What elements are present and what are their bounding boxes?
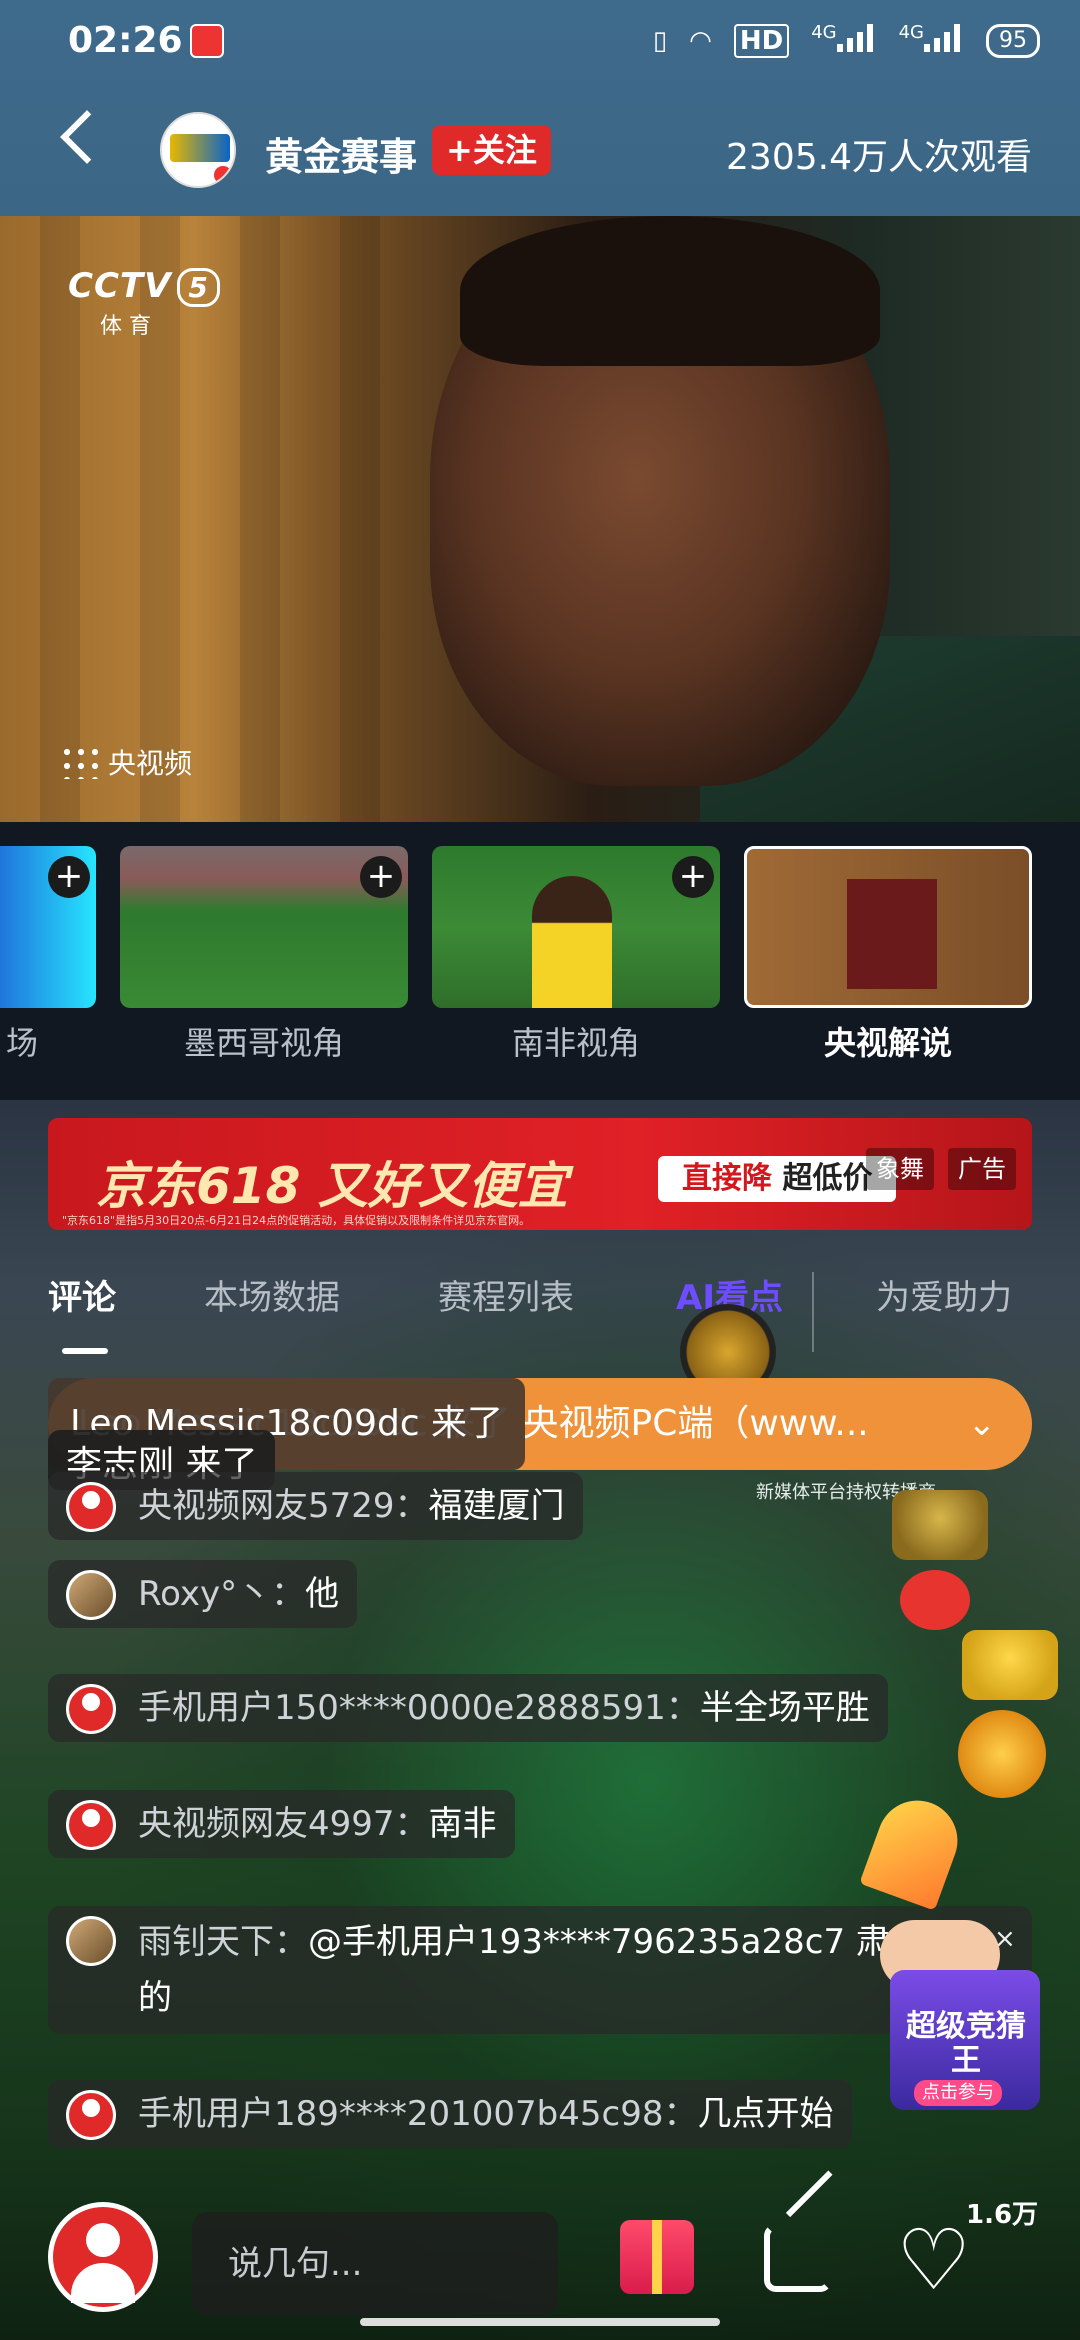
- ad-banner[interactable]: 京东618 又好又便宜 直接降 超低价 象舞 广告 "京东618"是指5月30日…: [48, 1118, 1032, 1230]
- player-hair: [460, 216, 880, 366]
- my-avatar[interactable]: [48, 2202, 158, 2312]
- user-avatar: [66, 2090, 116, 2140]
- add-angle-icon[interactable]: +: [360, 856, 402, 898]
- status-time: 02:26: [68, 20, 183, 61]
- angle-label-southafrica[interactable]: 南非视角: [432, 1018, 720, 1064]
- gold-trophy-icon: [962, 1630, 1058, 1700]
- comment-item[interactable]: 手机用户189****201007b45c98：几点开始: [48, 2080, 852, 2148]
- interaction-area: 京东618 又好又便宜 直接降 超低价 象舞 广告 "京东618"是指5月30日…: [0, 1100, 1080, 2340]
- cctv5-subtitle: 体 育: [100, 314, 151, 339]
- comment-item[interactable]: 央视频网友4997：南非: [48, 1790, 515, 1858]
- channel-avatar[interactable]: [160, 112, 236, 188]
- angle-thumb-0[interactable]: +: [0, 846, 96, 1008]
- like-count: 1.6万: [966, 2200, 1039, 2230]
- comment-item[interactable]: 手机用户150****0000e2888591：半全场平胜: [48, 1674, 888, 1742]
- user-avatar: [66, 1684, 116, 1734]
- ad-title: 京东618 又好又便宜: [96, 1157, 568, 1215]
- viewer-count: 2305.4万人次观看: [726, 137, 1032, 178]
- video-player[interactable]: CCTV 5 体 育 央视频: [0, 216, 1080, 822]
- signal-icon: [836, 22, 877, 52]
- comment-item[interactable]: 央视频网友5729：福建厦门: [48, 1472, 583, 1540]
- live-stream-page: 02:26 ▯ ◠ HD 4G 4G 95 黄金赛事 +关注 2305.4万人次…: [0, 0, 1080, 2340]
- user-avatar: [66, 1482, 116, 1532]
- verified-badge-icon: [212, 164, 234, 186]
- curtain-fold: [340, 216, 380, 822]
- battery-indicator: 95: [986, 23, 1040, 58]
- whistle-icon: [900, 1570, 970, 1630]
- yangshipin-watermark: 央视频: [60, 742, 192, 782]
- add-angle-icon[interactable]: +: [672, 856, 714, 898]
- cctv5-logo: CCTV 5: [68, 266, 220, 307]
- super-guess-king-promo[interactable]: 超级竞猜王 点击参与: [890, 1970, 1040, 2110]
- promo-title: 超级竞猜王: [906, 2009, 1026, 2078]
- user-avatar: [66, 1800, 116, 1850]
- tab-divider: [812, 1272, 814, 1352]
- angle-thumb-mexico[interactable]: +: [120, 846, 408, 1008]
- angle-label-commentary[interactable]: 央视解说: [744, 1018, 1032, 1064]
- like-heart-icon[interactable]: ♡: [896, 2218, 971, 2302]
- tab-match-data[interactable]: 本场数据: [204, 1270, 340, 1319]
- promo-cta: 点击参与: [914, 2080, 1002, 2106]
- ad-source-tag: 象舞: [866, 1148, 934, 1190]
- yangshipin-logo-icon: [60, 745, 100, 779]
- ad-cta-button[interactable]: 直接降 超低价: [658, 1156, 897, 1202]
- back-icon[interactable]: [60, 110, 114, 164]
- camera-angle-strip: + 场 + 墨西哥视角 + 南非视角 央视解说: [0, 822, 1080, 1100]
- signal-4g-2: 4G: [899, 22, 964, 59]
- tab-bar: 评论 本场数据 赛程列表 AI看点 为爱助力: [0, 1260, 1080, 1340]
- chevron-down-icon[interactable]: ⌄: [968, 1378, 997, 1470]
- header: 02:26 ▯ ◠ HD 4G 4G 95 黄金赛事 +关注 2305.4万人次…: [0, 0, 1080, 216]
- medal-icon: [958, 1710, 1046, 1798]
- player-figure: [532, 876, 612, 1008]
- angle-label-mexico[interactable]: 墨西哥视角: [120, 1018, 408, 1064]
- trophy-icon: [892, 1490, 988, 1560]
- vibrate-icon: ▯: [652, 25, 668, 56]
- tab-comments[interactable]: 评论: [48, 1270, 116, 1319]
- angle-thumb-southafrica[interactable]: +: [432, 846, 720, 1008]
- comment-item[interactable]: Roxy°丶：他: [48, 1560, 358, 1628]
- curtain-fold: [240, 216, 280, 822]
- ad-label: 广告: [948, 1148, 1016, 1190]
- party-popper-icon: [859, 1789, 969, 1911]
- commentary-desk: [847, 879, 937, 989]
- add-angle-icon[interactable]: +: [48, 856, 90, 898]
- app-notification-icon: [190, 24, 224, 58]
- hd-label: HD: [733, 23, 790, 58]
- share-icon[interactable]: [764, 2224, 832, 2292]
- angle-label[interactable]: 场: [0, 1018, 38, 1064]
- tab-support[interactable]: 为爱助力: [876, 1270, 1012, 1319]
- status-icons: ▯ ◠ HD 4G 4G 95: [653, 22, 1040, 59]
- comment-input[interactable]: 说几句...: [192, 2212, 558, 2316]
- active-tab-indicator: [62, 1348, 108, 1354]
- signal-4g-1: 4G: [811, 22, 876, 59]
- wifi-icon: ◠: [689, 25, 712, 56]
- angle-thumb-commentary[interactable]: [744, 846, 1032, 1008]
- user-avatar: [66, 1570, 116, 1620]
- user-avatar: [66, 1916, 116, 1966]
- signal-icon: [924, 22, 964, 52]
- channel-logo-graphic: [170, 134, 230, 162]
- home-indicator[interactable]: [360, 2318, 720, 2326]
- channel-name[interactable]: 黄金赛事: [265, 126, 417, 181]
- tab-schedule[interactable]: 赛程列表: [438, 1270, 574, 1319]
- gift-icon[interactable]: [620, 2220, 694, 2294]
- follow-button[interactable]: +关注: [432, 125, 551, 175]
- ad-fine-print: "京东618"是指5月30日20点-6月21日24点的促销活动，具体促销以及限制…: [62, 1214, 531, 1227]
- close-icon[interactable]: ×: [994, 1924, 1016, 1954]
